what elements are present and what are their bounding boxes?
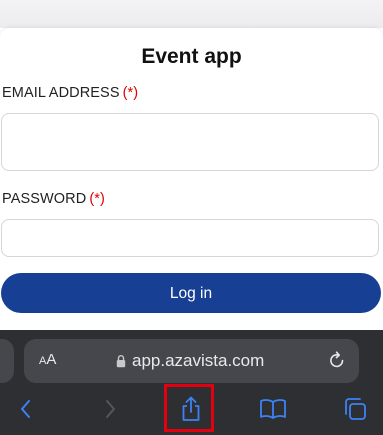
reload-icon[interactable] <box>328 351 346 371</box>
password-label: PASSWORD (*) <box>2 191 105 207</box>
tabs-icon <box>345 398 366 420</box>
address-bar[interactable]: AA app.azavista.com <box>24 339 359 383</box>
password-label-text: PASSWORD <box>2 191 87 207</box>
url-text: app.azavista.com <box>132 351 265 370</box>
password-field[interactable] <box>1 219 379 257</box>
screen: Event app EMAIL ADDRESS (*) PASSWORD (*) L… <box>0 0 383 435</box>
top-backdrop <box>0 0 383 28</box>
share-icon <box>182 396 200 421</box>
lock-icon <box>116 355 126 368</box>
previous-tab-preview[interactable] <box>0 339 14 383</box>
page-title: Event app <box>141 45 242 68</box>
tabs-button[interactable] <box>335 390 375 428</box>
chevron-left-icon <box>21 400 30 418</box>
share-button[interactable] <box>171 390 211 428</box>
email-label: EMAIL ADDRESS (*) <box>2 85 138 101</box>
chevron-right-icon <box>106 400 115 418</box>
email-field[interactable] <box>1 113 379 171</box>
email-required-marker: (*) <box>122 85 139 101</box>
text-size-large: A <box>46 351 57 368</box>
book-icon <box>260 399 286 419</box>
back-button[interactable] <box>6 390 46 428</box>
email-label-text: EMAIL ADDRESS <box>2 85 120 101</box>
forward-button[interactable] <box>90 390 130 428</box>
url-display[interactable]: app.azavista.com <box>116 351 264 371</box>
password-required-marker: (*) <box>89 191 105 207</box>
bookmarks-button[interactable] <box>253 390 293 428</box>
text-size-button[interactable]: AA <box>39 351 56 368</box>
login-button[interactable]: Log in <box>1 273 381 313</box>
